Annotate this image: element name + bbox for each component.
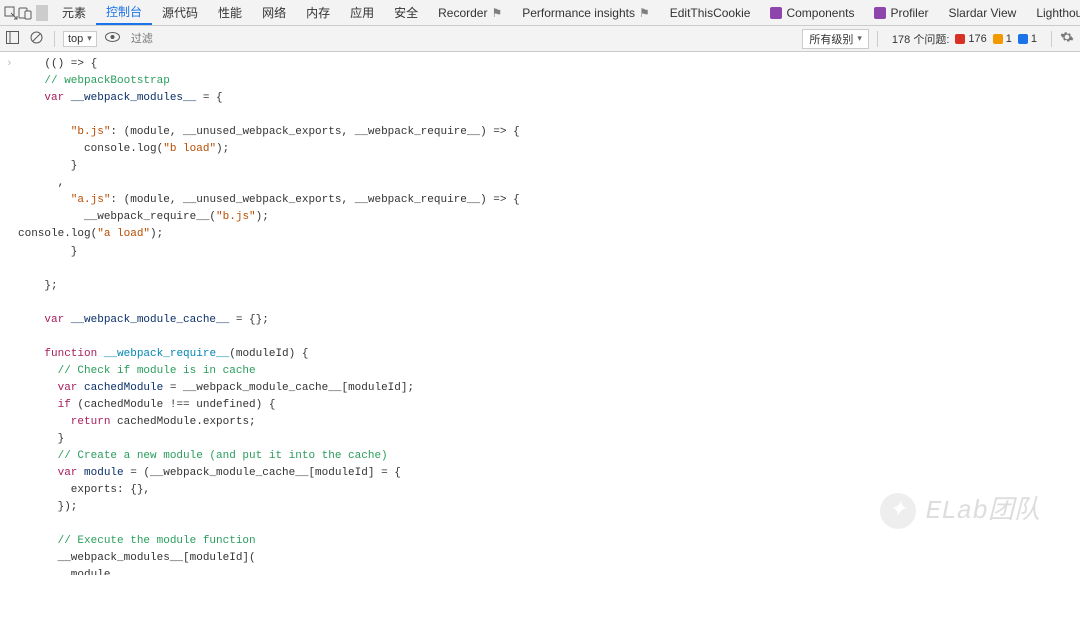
sidebar-toggle-icon[interactable] — [6, 31, 22, 47]
tab-label: 应用 — [350, 4, 374, 21]
tab-label: Profiler — [890, 6, 928, 20]
tab-应用[interactable]: 应用 — [340, 0, 384, 25]
tab-label: 元素 — [62, 4, 86, 21]
tab-components[interactable]: Components — [760, 0, 864, 25]
devtools-tabbar: 元素控制台源代码性能网络内存应用安全Recorder⚑Performance i… — [0, 0, 1080, 26]
tab-元素[interactable]: 元素 — [52, 0, 96, 25]
tab-label: Recorder — [438, 6, 487, 20]
tab-label: 控制台 — [106, 3, 142, 20]
execution-context-select[interactable]: top — [63, 31, 97, 47]
issues-info-chip: 1 — [1018, 33, 1037, 45]
tab-内存[interactable]: 内存 — [296, 0, 340, 25]
console-output[interactable]: › (() => { // webpackBootstrap var __web… — [0, 52, 1080, 575]
live-expression-icon[interactable] — [105, 32, 121, 45]
tab-安全[interactable]: 安全 — [384, 0, 428, 25]
tab-label: Slardar View — [949, 6, 1017, 20]
tab-label: 性能 — [218, 4, 242, 21]
experimental-icon: ⚑ — [639, 6, 650, 20]
console-settings-gear-icon[interactable] — [1060, 30, 1074, 47]
issues-label: 178 个问题: — [892, 31, 949, 47]
clear-console-icon[interactable] — [30, 31, 46, 47]
tab-网络[interactable]: 网络 — [252, 0, 296, 25]
issues-warn-chip: 1 — [993, 33, 1012, 45]
tab-performance-insights[interactable]: Performance insights ⚑ — [512, 0, 659, 25]
tab-性能[interactable]: 性能 — [208, 0, 252, 25]
tab-label: EditThisCookie — [670, 6, 751, 20]
context-label: top — [68, 33, 83, 45]
device-toggle-icon[interactable] — [18, 2, 32, 24]
tab-label: 内存 — [306, 4, 330, 21]
divider — [36, 5, 48, 21]
extension-icon — [874, 7, 886, 19]
issues-error-chip: 176 — [955, 33, 986, 45]
log-levels-select[interactable]: 所有级别 — [802, 29, 869, 49]
evaluated-expression: (() => { // webpackBootstrap var __webpa… — [0, 52, 1080, 575]
tab-label: 源代码 — [162, 4, 198, 21]
tab-label: Components — [786, 6, 854, 20]
tab-recorder[interactable]: Recorder ⚑ — [428, 0, 512, 25]
tab-label: Lighthouse — [1036, 6, 1080, 20]
panel-tabs: 元素控制台源代码性能网络内存应用安全Recorder⚑Performance i… — [52, 0, 1080, 25]
experimental-icon: ⚑ — [491, 6, 502, 20]
tab-editthiscookie[interactable]: EditThisCookie — [660, 0, 761, 25]
tab-源代码[interactable]: 源代码 — [152, 0, 208, 25]
console-toolbar: top 所有级别 178 个问题: 176 1 1 — [0, 26, 1080, 52]
issues-summary[interactable]: 178 个问题: 176 1 1 — [886, 31, 1043, 47]
filter-input[interactable] — [129, 32, 249, 46]
tab-lighthouse[interactable]: Lighthouse — [1026, 0, 1080, 25]
inspect-icon[interactable] — [4, 2, 18, 24]
tab-label: 安全 — [394, 4, 418, 21]
tab-slardar-view[interactable]: Slardar View — [939, 0, 1027, 25]
tab-label: Performance insights — [522, 6, 635, 20]
tab-label: 网络 — [262, 4, 286, 21]
prompt-icon: › — [6, 56, 13, 73]
extension-icon — [770, 7, 782, 19]
tab-控制台[interactable]: 控制台 — [96, 0, 152, 25]
levels-label: 所有级别 — [809, 31, 853, 47]
tab-profiler[interactable]: Profiler — [864, 0, 938, 25]
